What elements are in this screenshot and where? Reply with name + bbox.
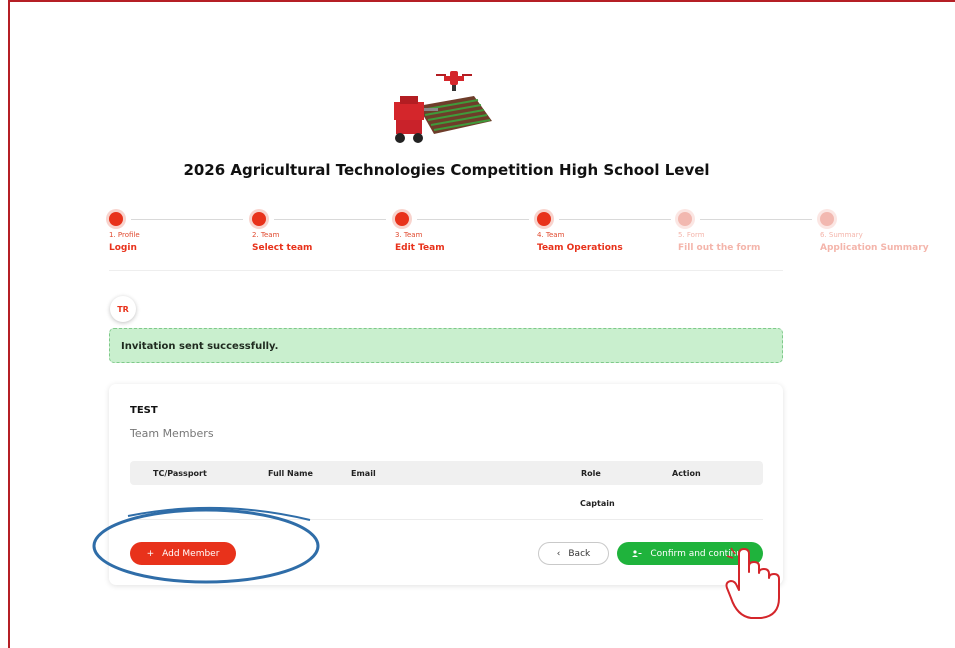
step-dot — [820, 212, 834, 226]
step-dot — [537, 212, 551, 226]
users-icon — [632, 549, 642, 557]
members-table-header: TC/Passport Full Name Email Role Action — [130, 461, 763, 485]
back-button[interactable]: ‹ Back — [538, 542, 609, 565]
page-title: 2026 Agricultural Technologies Competiti… — [183, 161, 710, 179]
back-label: Back — [568, 548, 591, 559]
step-connector — [274, 219, 386, 220]
step-dot — [252, 212, 266, 226]
step-dot — [109, 212, 123, 226]
user-avatar[interactable]: TR — [110, 296, 136, 322]
step-sub: 1. Profile — [109, 231, 140, 239]
step-summary[interactable]: 6. Summary Application Summary — [820, 212, 955, 253]
step-team-select[interactable]: 2. Team Select team — [252, 212, 392, 253]
step-label: Application Summary — [820, 243, 929, 253]
step-label: Fill out the form — [678, 243, 761, 253]
column-header-role: Role — [581, 469, 601, 478]
column-header-email: Email — [351, 469, 376, 478]
highlight-annotation — [92, 506, 320, 584]
step-dot — [678, 212, 692, 226]
step-team-operations[interactable]: 4. Team Team Operations — [537, 212, 677, 253]
step-label: Login — [109, 243, 137, 253]
step-form[interactable]: 5. Form Fill out the form — [678, 212, 818, 253]
step-dot — [395, 212, 409, 226]
step-connector — [700, 219, 812, 220]
step-connector — [417, 219, 529, 220]
step-team-edit[interactable]: 3. Team Edit Team — [395, 212, 535, 253]
step-connector — [559, 219, 671, 220]
progress-stepper: 1. Profile Login 2. Team Select team 3. … — [109, 212, 929, 262]
step-sub: 3. Team — [395, 231, 423, 239]
step-sub: 6. Summary — [820, 231, 863, 239]
drone-illustration — [436, 71, 472, 91]
success-alert: Invitation sent successfully. — [109, 328, 783, 363]
step-sub: 2. Team — [252, 231, 280, 239]
column-header-full-name: Full Name — [268, 469, 313, 478]
cell-role: Captain — [580, 499, 615, 508]
competition-logo — [394, 71, 492, 143]
team-name: TEST — [130, 405, 158, 416]
column-header-action: Action — [672, 469, 701, 478]
pointing-hand-icon — [725, 546, 780, 619]
step-connector — [131, 219, 243, 220]
crop-field-illustration — [418, 96, 492, 134]
chevron-left-icon: ‹ — [556, 548, 561, 559]
step-profile[interactable]: 1. Profile Login — [109, 212, 249, 253]
step-label: Edit Team — [395, 243, 445, 253]
step-label: Team Operations — [537, 243, 623, 253]
step-label: Select team — [252, 243, 313, 253]
column-header-tc: TC/Passport — [153, 469, 207, 478]
team-members-heading: Team Members — [130, 427, 214, 440]
step-sub: 5. Form — [678, 231, 705, 239]
stepper-divider — [109, 270, 783, 271]
step-sub: 4. Team — [537, 231, 565, 239]
